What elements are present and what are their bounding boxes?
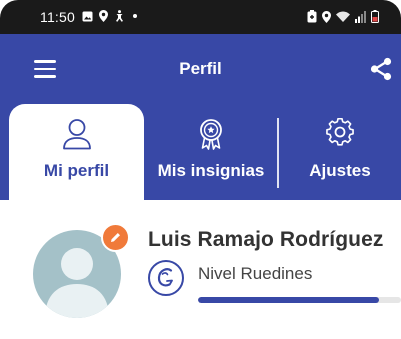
tab-label: Mis insignias (157, 161, 265, 180)
status-time: 11:50 (40, 9, 75, 25)
level-progress-fill (198, 297, 379, 303)
badge-icon (200, 119, 222, 150)
level-label: Nivel Ruedines (198, 264, 313, 283)
image-icon (82, 11, 93, 21)
user-name: Luis Ramajo Rodríguez (148, 228, 384, 251)
level-progress-bar (198, 297, 401, 303)
tab-label: Mi perfil (43, 161, 110, 180)
location-icon (322, 10, 331, 23)
tab-bar: Mi perfil Mis insignias Ajustes (0, 104, 401, 200)
status-left-icons (82, 10, 139, 22)
pencil-icon (111, 233, 120, 242)
edit-avatar-button[interactable] (101, 223, 130, 252)
app-screen: 11:50 Perfil Mi perfil Mis insignias Aju… (0, 0, 401, 339)
page-title: Perfil (179, 59, 222, 78)
status-right-icons (307, 10, 379, 23)
tab-ajustes[interactable]: Ajustes (279, 104, 401, 200)
gear-icon (326, 118, 354, 146)
tab-mis-insignias[interactable]: Mis insignias (146, 104, 276, 200)
person-icon (62, 119, 91, 150)
tab-label: Ajustes (309, 161, 371, 180)
profile-section: Luis Ramajo Rodríguez Nivel Ruedines (0, 200, 401, 339)
dot-icon (133, 14, 137, 18)
accessibility-icon (116, 10, 123, 22)
battery-saver-icon (307, 10, 317, 23)
location-icon (99, 10, 108, 22)
ruedines-logo-icon (148, 260, 184, 296)
app-bar: Perfil (0, 34, 401, 104)
wifi-icon (336, 11, 350, 22)
status-bar: 11:50 (0, 0, 401, 34)
share-icon[interactable] (369, 57, 393, 81)
battery-low-icon (371, 10, 379, 23)
tab-mi-perfil[interactable]: Mi perfil (9, 104, 144, 200)
signal-icon (355, 10, 366, 23)
